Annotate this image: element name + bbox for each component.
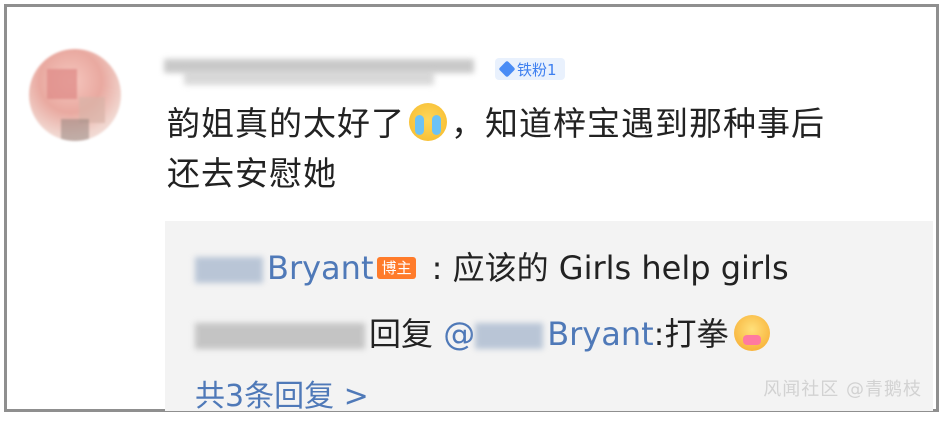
comment-card: 铁粉1 韵姐真的太好了 ，知道梓宝遇到那种事后 还去安慰她 Bryant 博主 : … (4, 4, 939, 415)
reply-2[interactable]: 回复 @ Bryant:打拳 (195, 309, 771, 355)
username-blurred[interactable] (164, 51, 484, 87)
diamond-icon (498, 60, 516, 78)
avatar[interactable] (29, 49, 121, 141)
reply-text: :打拳 (653, 315, 729, 353)
angry-emoji-icon (734, 315, 771, 351)
reply-1[interactable]: Bryant 博主 : 应该的 Girls help girls (195, 243, 789, 289)
crying-emoji-icon (409, 103, 447, 141)
mention-name[interactable]: Bryant (547, 315, 653, 353)
fan-badge[interactable]: 铁粉1 (495, 58, 565, 80)
reply-prefix: 回复 (369, 315, 434, 353)
author-name-blurred[interactable] (195, 257, 263, 283)
comment-text-part2: ，知道梓宝遇到那种事后 (451, 104, 825, 143)
reply-author[interactable]: Bryant (267, 249, 373, 287)
watermark: 风闻社区 @青鹅枝 (763, 379, 922, 400)
fan-badge-label: 铁粉1 (517, 60, 557, 79)
reply-text: : 应该的 Girls help girls (421, 249, 789, 287)
reply-author-blurred[interactable] (195, 323, 365, 349)
mention-name-blurred[interactable] (475, 323, 544, 349)
more-replies-link[interactable]: 共3条回复 > (195, 371, 369, 415)
comment-text-line2: 还去安慰她 (167, 154, 337, 193)
blogger-tag: 博主 (377, 257, 416, 279)
comment-text-part1: 韵姐真的太好了 (167, 104, 405, 143)
comment-text: 韵姐真的太好了 ，知道梓宝遇到那种事后 还去安慰她 (167, 99, 927, 199)
mention-at[interactable]: @ (443, 315, 475, 353)
